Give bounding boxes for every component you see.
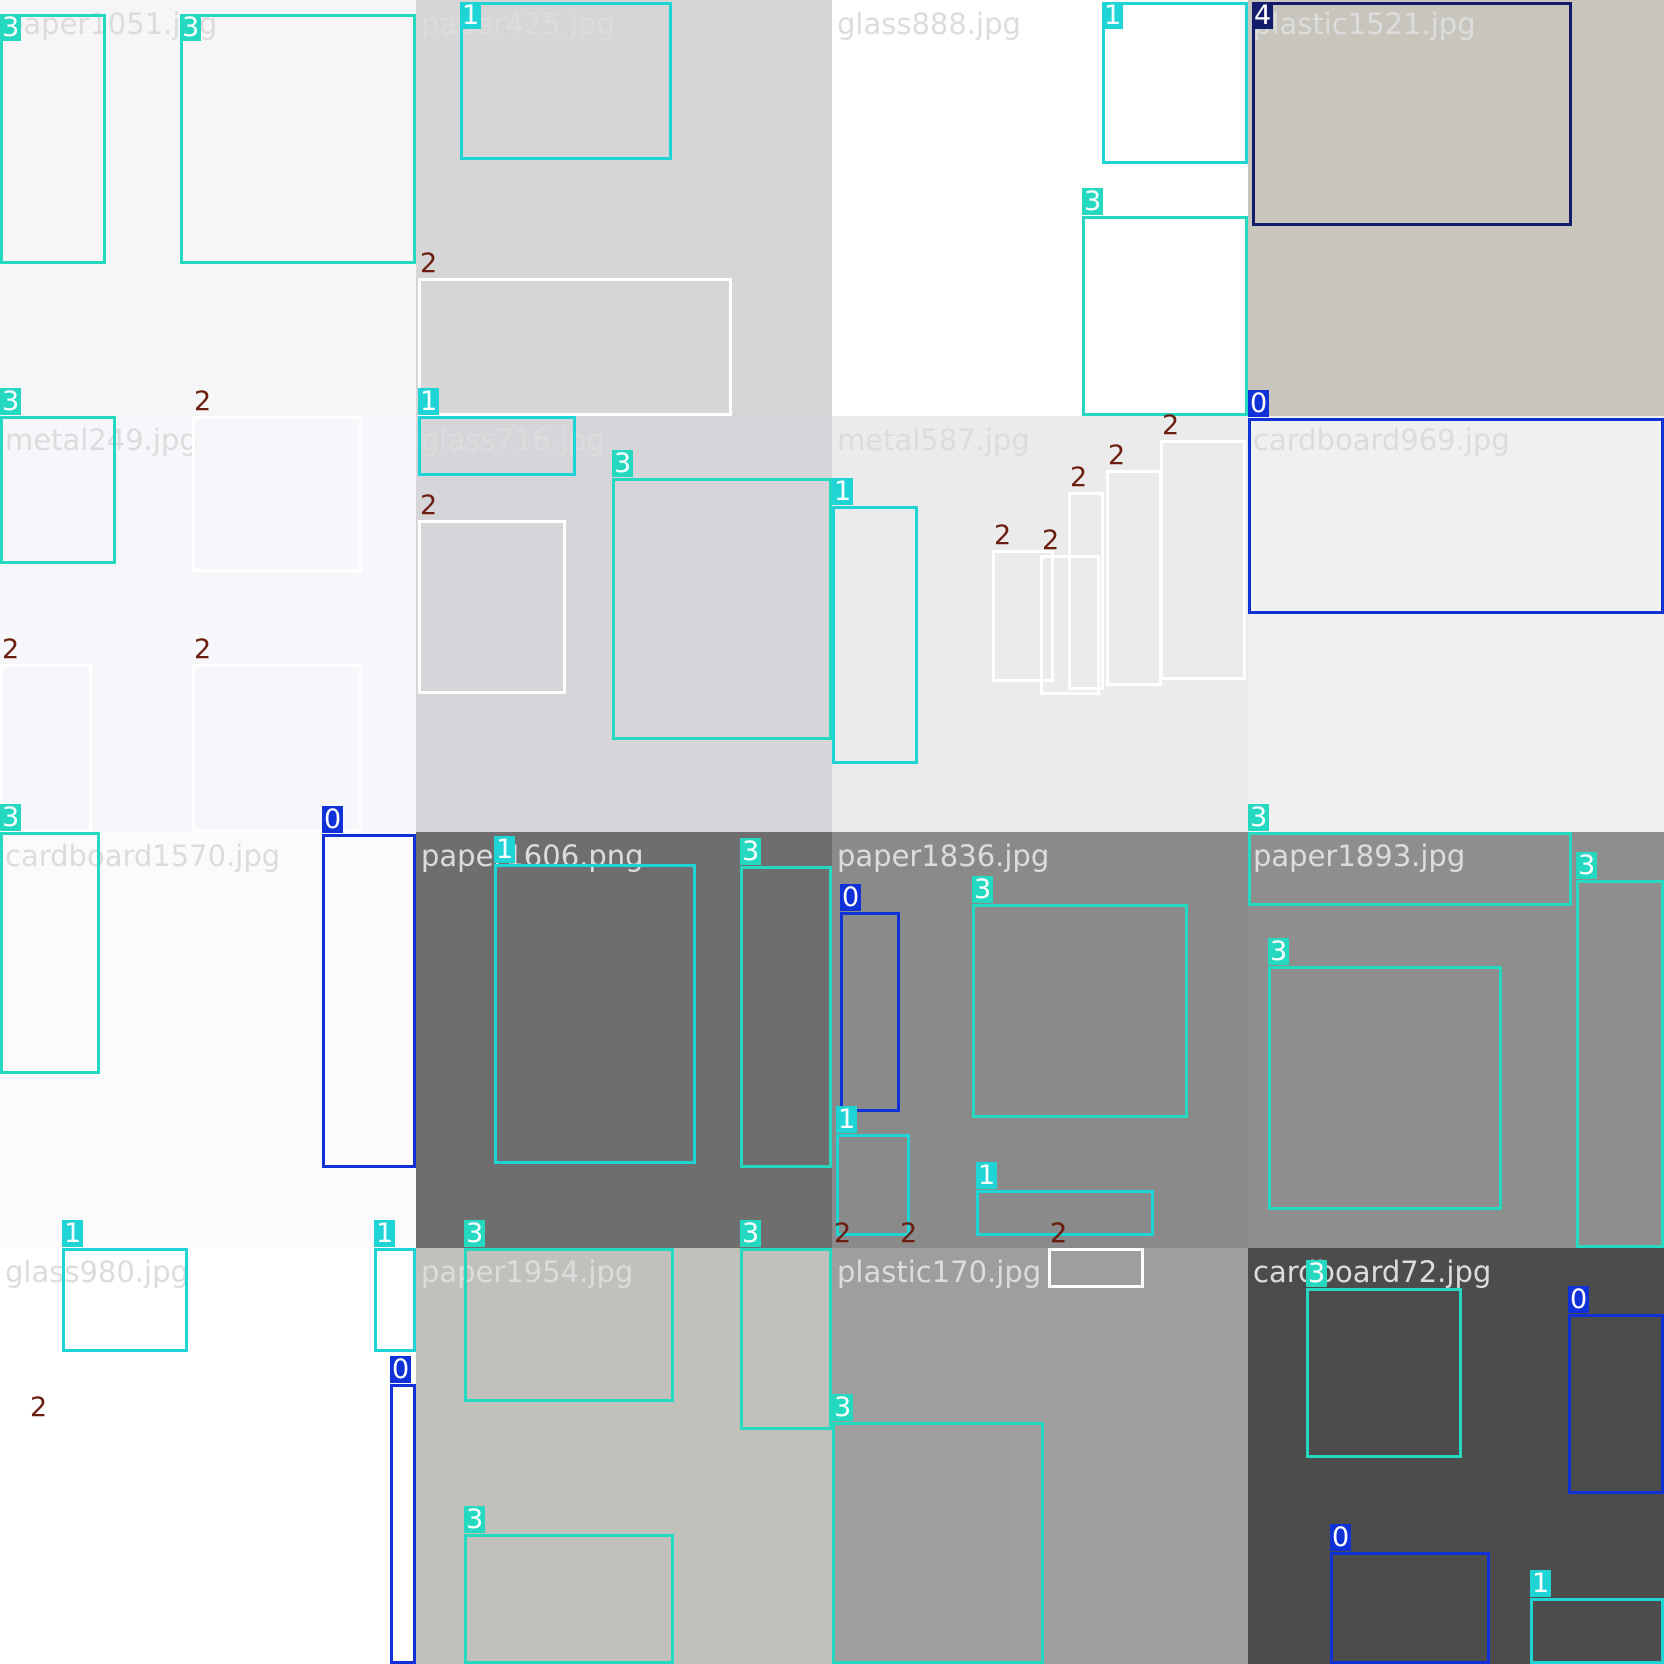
bounding-box xyxy=(612,478,832,740)
bounding-box xyxy=(1102,2,1248,164)
box-class-label: 2 xyxy=(1050,1218,1068,1249)
bounding-box xyxy=(1576,880,1664,1248)
box-class-label: 0 xyxy=(840,882,862,913)
box-class-label: 3 xyxy=(180,12,202,43)
bounding-box xyxy=(322,834,416,1168)
bounding-box xyxy=(0,416,116,564)
tile-filename: paper1836.jpg xyxy=(837,839,1050,873)
box-class-label: 1 xyxy=(836,1104,858,1135)
bounding-box xyxy=(418,416,576,476)
box-class-label: 3 xyxy=(1576,850,1598,881)
bounding-box xyxy=(418,520,566,694)
bounding-box xyxy=(1248,832,1572,906)
box-class-label: 1 xyxy=(418,386,440,417)
bounding-box xyxy=(1068,492,1104,690)
box-class-label: 3 xyxy=(1268,936,1290,967)
bounding-box xyxy=(464,1248,674,1402)
box-class-label: 3 xyxy=(0,802,22,833)
box-class-label: 2 xyxy=(194,386,212,417)
bounding-box xyxy=(0,832,100,1074)
bounding-box xyxy=(418,278,732,416)
box-class-label: 3 xyxy=(0,12,22,43)
tile-filename: plastic170.jpg xyxy=(837,1255,1042,1289)
box-class-label: 1 xyxy=(494,834,516,865)
box-class-label: 0 xyxy=(1248,388,1270,419)
box-class-label: 2 xyxy=(994,520,1012,551)
tile-filename: cardboard72.jpg xyxy=(1253,1255,1492,1289)
bounding-box xyxy=(740,866,832,1168)
box-class-label: 0 xyxy=(322,804,344,835)
bounding-box xyxy=(1106,470,1162,686)
bounding-box xyxy=(1048,1248,1144,1288)
bounding-box xyxy=(192,416,362,572)
box-class-label: 2 xyxy=(1108,440,1126,471)
box-class-label: 2 xyxy=(420,248,438,279)
box-class-label: 1 xyxy=(460,0,482,31)
box-class-label: 2 xyxy=(194,634,212,665)
box-class-label: 2 xyxy=(1162,410,1180,441)
tile-filename: glass888.jpg xyxy=(837,7,1021,41)
box-class-label: 1 xyxy=(374,1218,396,1249)
detection-mosaic: paper1051.jpg paper425.jpg glass888.jpg pla… xyxy=(0,0,1664,1664)
bounding-box xyxy=(374,1248,416,1352)
bounding-box xyxy=(1268,966,1502,1210)
bounding-box xyxy=(832,1422,1044,1664)
bounding-box xyxy=(740,1248,832,1430)
box-class-label: 3 xyxy=(612,448,634,479)
bounding-box xyxy=(0,14,106,264)
bounding-box xyxy=(62,1248,188,1352)
box-class-label: 3 xyxy=(1306,1258,1328,1289)
bounding-box xyxy=(1330,1552,1490,1664)
bounding-box xyxy=(180,14,416,264)
box-class-label: 2 xyxy=(1070,462,1088,493)
box-class-label: 3 xyxy=(464,1504,486,1535)
box-class-label: 2 xyxy=(2,634,20,665)
bounding-box xyxy=(1160,440,1246,680)
box-class-label: 3 xyxy=(1248,802,1270,833)
box-class-label: 1 xyxy=(1530,1568,1552,1599)
bounding-box xyxy=(1306,1288,1462,1458)
bounding-box xyxy=(28,1422,224,1626)
bounding-box xyxy=(1082,216,1248,416)
box-class-label: 2 xyxy=(420,490,438,521)
box-class-label: 2 xyxy=(834,1218,852,1249)
box-class-label: 1 xyxy=(1102,0,1124,31)
bounding-box xyxy=(390,1384,416,1664)
box-class-label: 3 xyxy=(1082,186,1104,217)
bounding-box xyxy=(464,1534,674,1664)
box-class-label: 1 xyxy=(976,1160,998,1191)
tile-filename: metal587.jpg xyxy=(837,423,1030,457)
bounding-box xyxy=(1248,418,1664,614)
box-class-label: 3 xyxy=(740,1218,762,1249)
box-class-label: 1 xyxy=(62,1218,84,1249)
box-class-label: 2 xyxy=(1042,525,1060,556)
box-class-label: 3 xyxy=(832,1392,854,1423)
box-class-label: 1 xyxy=(832,476,854,507)
bounding-box xyxy=(1568,1314,1664,1494)
box-class-label: 2 xyxy=(30,1392,48,1423)
box-class-label: 4 xyxy=(1252,0,1274,31)
box-class-label: 3 xyxy=(740,836,762,867)
bounding-box xyxy=(460,2,672,160)
bounding-box xyxy=(1252,2,1572,226)
box-class-label: 0 xyxy=(1330,1522,1352,1553)
box-class-label: 2 xyxy=(900,1218,918,1249)
bounding-box xyxy=(494,864,696,1164)
box-class-label: 0 xyxy=(1568,1284,1590,1315)
bounding-box xyxy=(972,904,1188,1118)
bounding-box xyxy=(832,506,918,764)
box-class-label: 3 xyxy=(0,386,22,417)
bounding-box xyxy=(1530,1598,1664,1664)
box-class-label: 3 xyxy=(972,874,994,905)
box-class-label: 3 xyxy=(464,1218,486,1249)
bounding-box xyxy=(840,912,900,1112)
box-class-label: 0 xyxy=(390,1354,412,1385)
